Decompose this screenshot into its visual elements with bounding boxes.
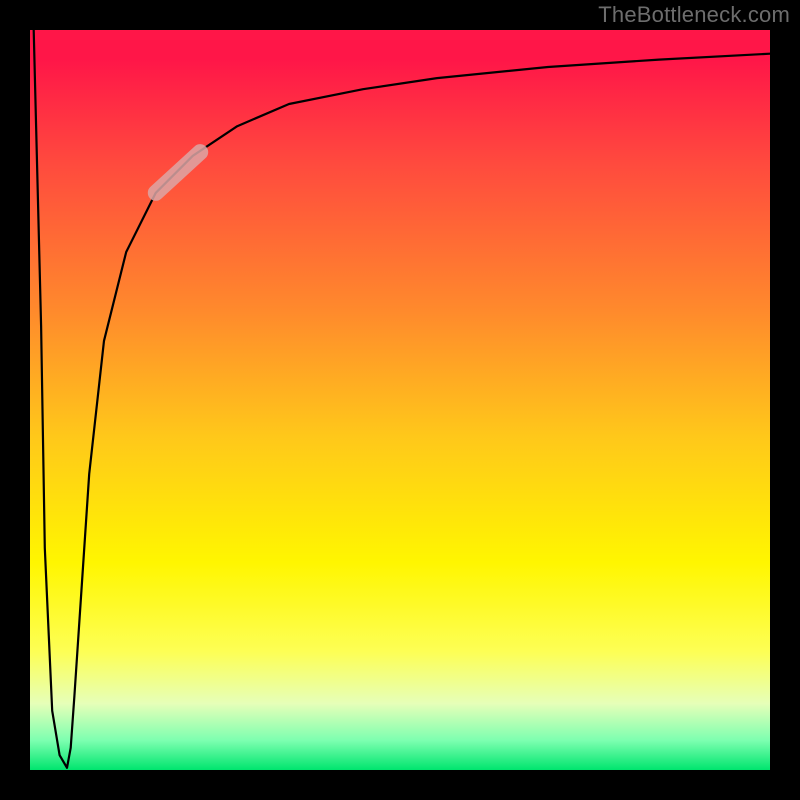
plot-area bbox=[30, 30, 770, 770]
curve-layer bbox=[30, 30, 770, 770]
highlight-segment bbox=[156, 152, 200, 193]
watermark-text: TheBottleneck.com bbox=[598, 2, 790, 28]
bottleneck-curve bbox=[34, 30, 770, 768]
chart-frame: TheBottleneck.com bbox=[0, 0, 800, 800]
